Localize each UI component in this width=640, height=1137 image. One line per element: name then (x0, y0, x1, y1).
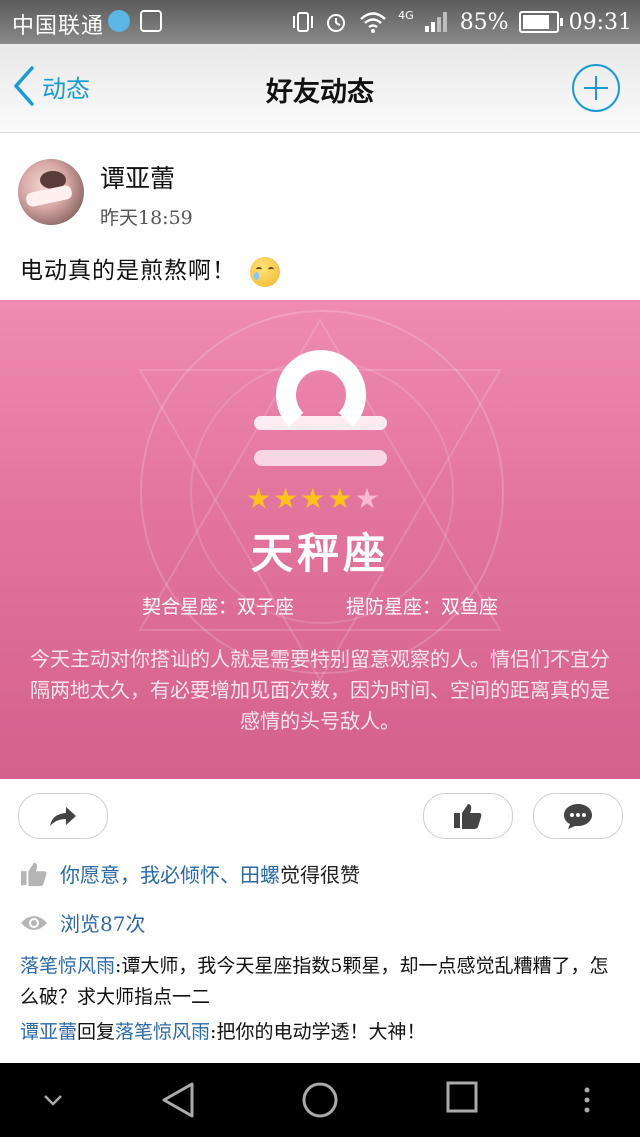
battery-percent: 85% (459, 9, 509, 35)
back-triangle-icon[interactable] (160, 1081, 196, 1119)
views-row: 浏览87次 (20, 908, 145, 937)
reply-word: 回复 (77, 1021, 116, 1043)
star-filled-icon: ★ (246, 482, 274, 515)
eye-icon (21, 915, 47, 930)
nav-bar: 动态 好友动态 (0, 44, 640, 133)
battery-icon (518, 11, 563, 33)
screen: 中国联通 4G 85% 09:31 动态 好友动态 谭亚蕾 昨天18:59 电动… (0, 0, 640, 1137)
gallery-icon (140, 10, 162, 32)
post-header: 谭亚蕾 昨天18:59 电动真的是煎熬啊！ (0, 133, 640, 300)
match-sign: 契合星座：双子座 (141, 596, 294, 618)
chat-bubble-icon (564, 804, 592, 829)
like-button[interactable] (423, 793, 513, 839)
network-type: 4G (398, 8, 414, 22)
thumbs-up-small-icon (20, 862, 47, 886)
star-empty-icon: ★ (354, 482, 382, 515)
add-button[interactable] (572, 64, 620, 112)
star-filled-icon: ★ (300, 482, 328, 515)
weather-icon (108, 10, 130, 32)
beware-sign: 提防星座：双鱼座 (346, 596, 499, 618)
zodiac-sign-name: 天秤座 (250, 529, 389, 578)
reply-target[interactable]: 落笔惊风雨 (115, 1021, 210, 1043)
star-rating: ★★★★★ (246, 482, 382, 515)
comment-author[interactable]: 落笔惊风雨 (20, 955, 115, 977)
carrier-label: 中国联通 (12, 14, 105, 39)
thumbs-up-icon (454, 804, 482, 829)
libra-bar-bottom (254, 450, 387, 466)
libra-bar-top (254, 416, 387, 430)
signal-icon (424, 12, 447, 32)
alarm-icon (327, 14, 346, 32)
crying-emoji-icon (250, 257, 280, 287)
system-nav-bar (0, 1063, 640, 1137)
clock: 09:31 (568, 9, 632, 35)
horoscope-image[interactable]: ★★★★★ 天秤座 契合星座：双子座 提防星座：双鱼座 今天主动对你搭讪的人就是需… (0, 300, 640, 779)
comment-item[interactable]: 谭亚蕾回复落笔惊风雨:把你的电动学透！大神！ (20, 1017, 620, 1048)
status-right: 4G 85% 09:31 (292, 6, 632, 38)
post-text-body: 电动真的是煎熬啊！ (20, 258, 236, 284)
likes-row: 你愿意，我必倾怀、田螺 觉得很赞 (20, 859, 360, 888)
view-count: 浏览87次 (60, 912, 146, 936)
post-text: 电动真的是煎熬啊！ (20, 251, 280, 287)
vibrate-icon (293, 12, 314, 32)
share-button[interactable] (18, 793, 108, 839)
star-filled-icon: ★ (273, 482, 301, 515)
likes-suffix: 觉得很赞 (280, 863, 360, 887)
recents-square-icon[interactable] (446, 1081, 478, 1113)
match-line: 契合星座：双子座 提防星座：双鱼座 (0, 592, 640, 619)
action-bar (0, 779, 640, 851)
share-arrow-icon (50, 807, 76, 826)
star-filled-icon: ★ (327, 482, 355, 515)
avatar[interactable] (18, 159, 84, 225)
fortune-text: 今天主动对你搭讪的人就是需要特别留意观察的人。情侣们不宜分隔两地太久，有必要增加… (30, 647, 610, 733)
comment-button[interactable] (533, 793, 623, 839)
comment-author[interactable]: 谭亚蕾 (20, 1021, 77, 1043)
likers-names[interactable]: 你愿意，我必倾怀、田螺 (60, 859, 280, 888)
more-vertical-icon[interactable] (582, 1087, 592, 1113)
comment-text: 把你的电动学透！大神！ (216, 1021, 426, 1043)
social-section: 你愿意，我必倾怀、田螺 觉得很赞 浏览87次 落笔惊风雨:谭大师，我今天星座指数5… (0, 851, 640, 1063)
page-title: 好友动态 (266, 77, 374, 108)
home-circle-icon[interactable] (301, 1081, 339, 1119)
post-author[interactable]: 谭亚蕾 (100, 159, 175, 195)
post-time: 昨天18:59 (100, 207, 193, 229)
status-bar: 中国联通 4G 85% 09:31 (0, 0, 640, 44)
wifi-icon (360, 12, 387, 33)
chevron-down-icon[interactable] (42, 1093, 64, 1107)
comment-item[interactable]: 落笔惊风雨:谭大师，我今天星座指数5颗星，却一点感觉乱糟糟了，怎么破？求大师指点… (20, 951, 620, 1013)
